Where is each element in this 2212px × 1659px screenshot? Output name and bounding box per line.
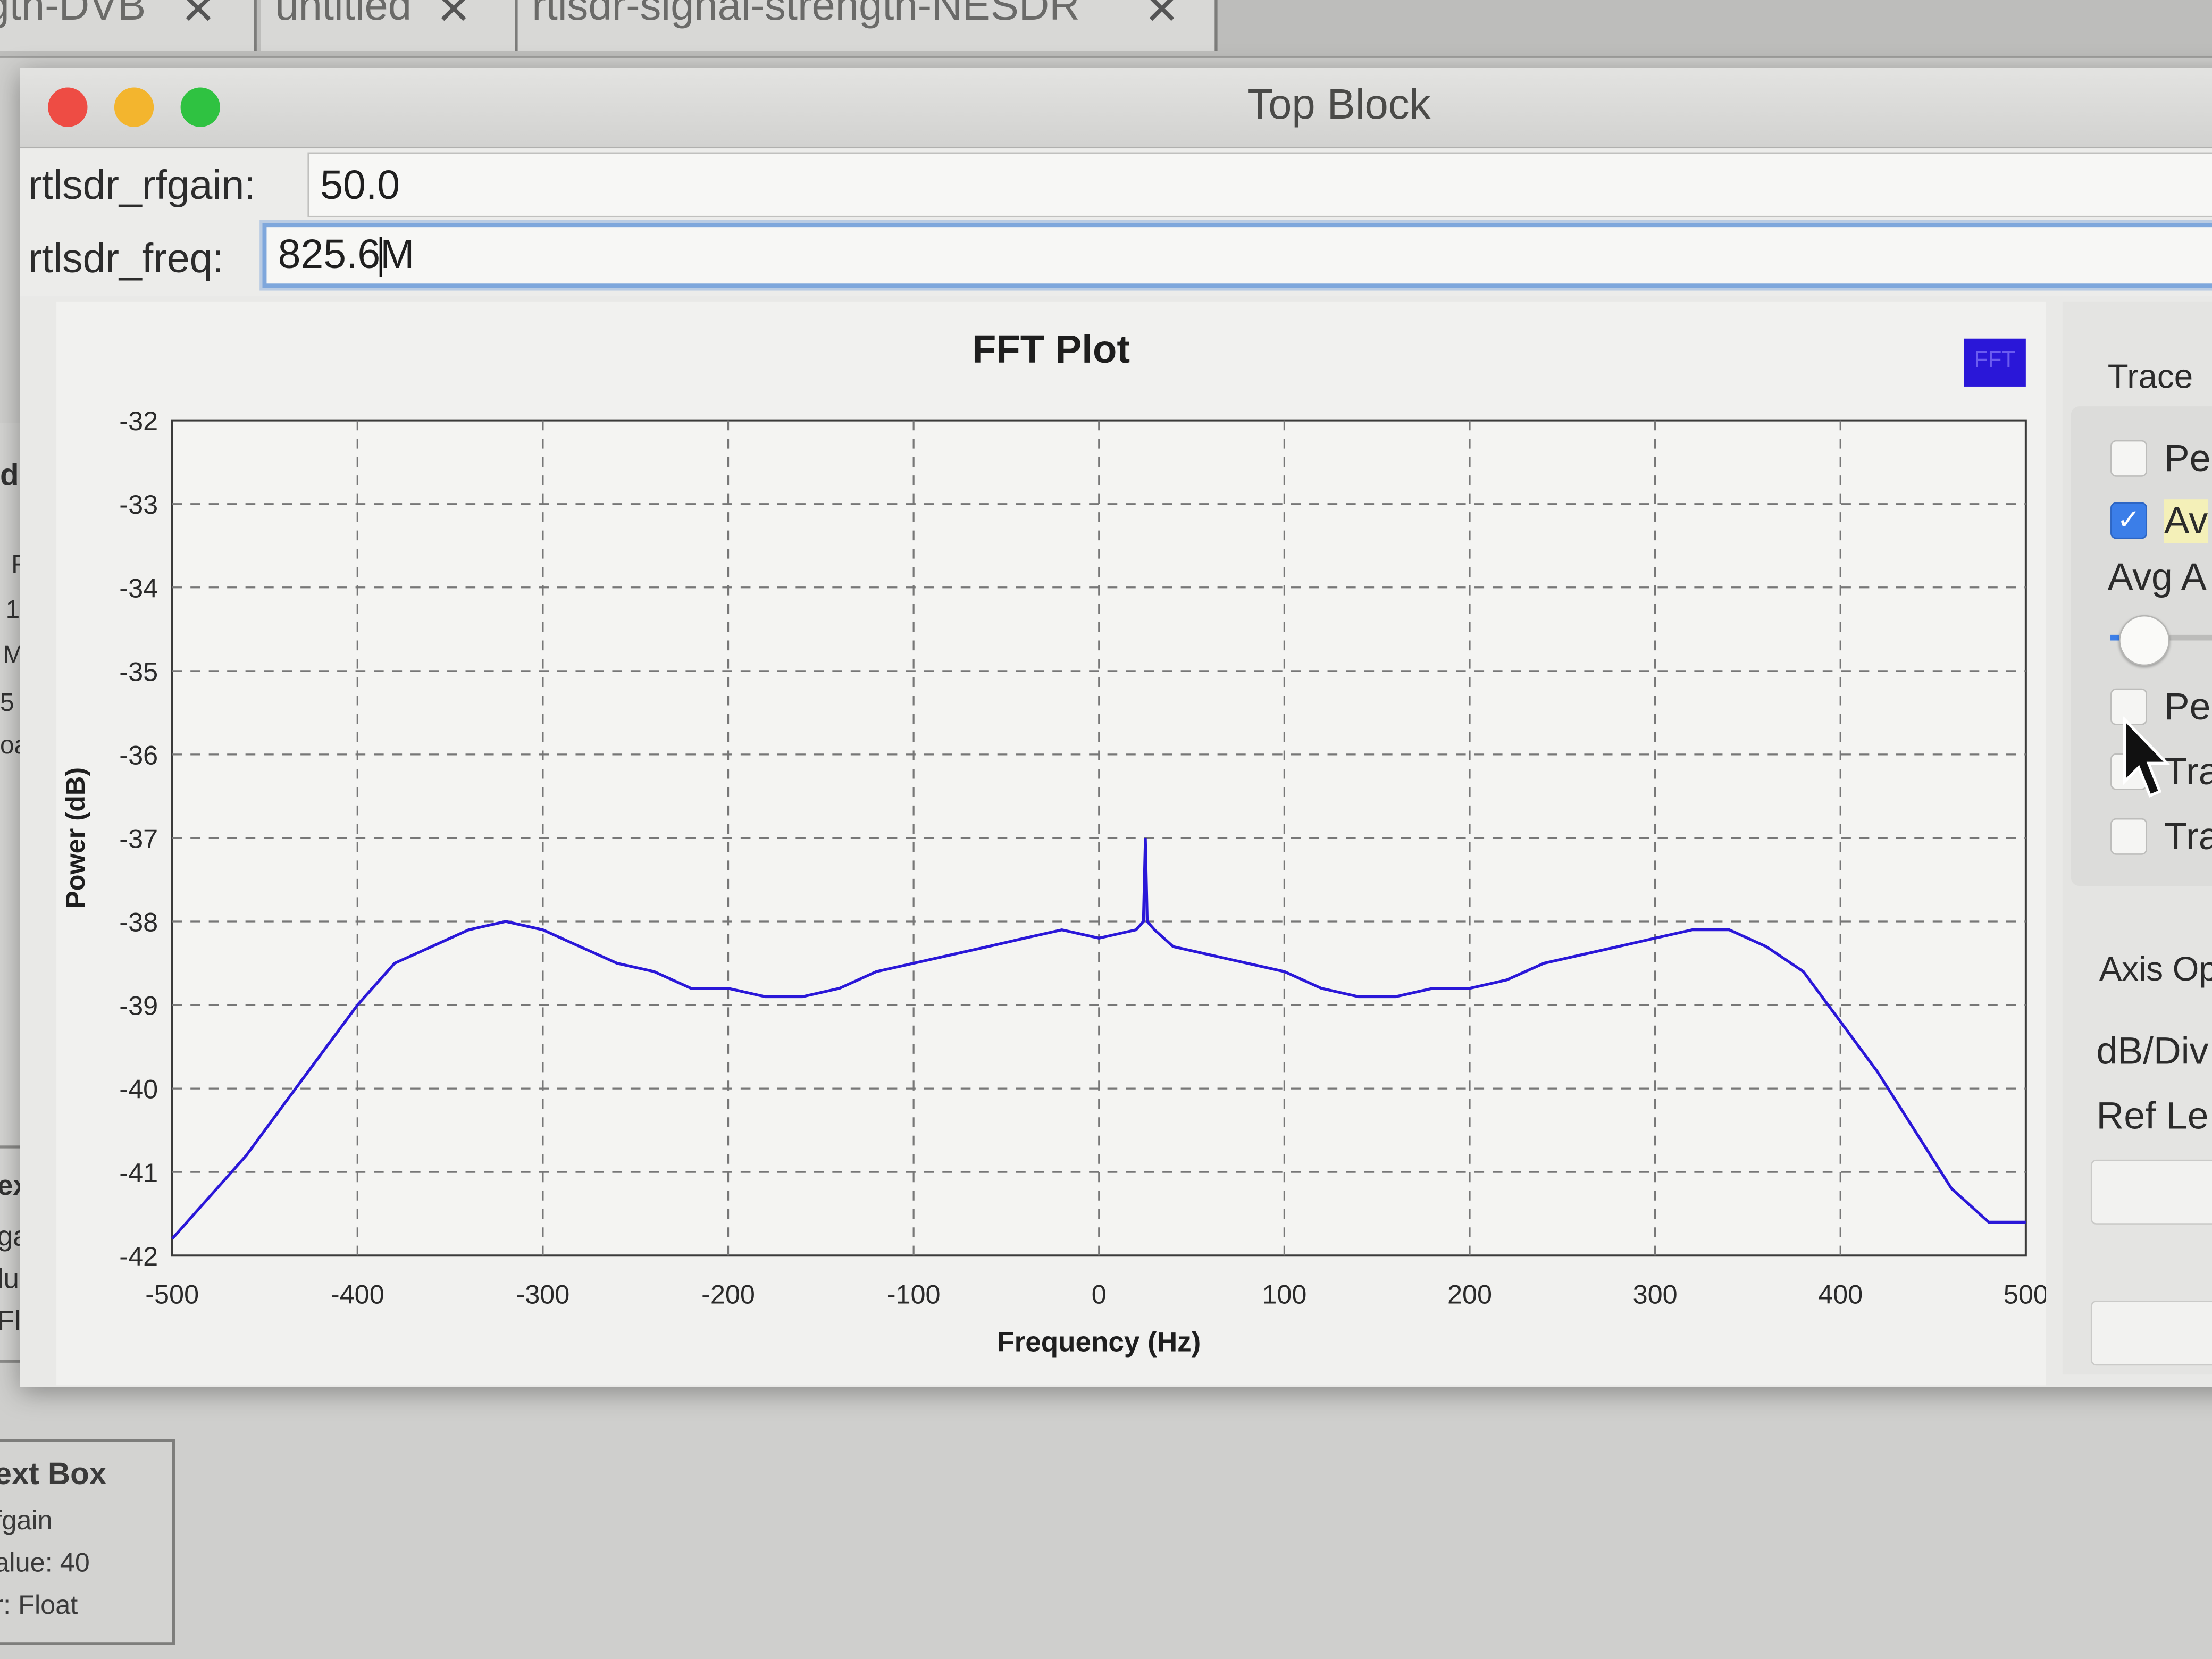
x-tick-label: 300 xyxy=(1633,1279,1678,1309)
x-tick-label: -500 xyxy=(145,1279,199,1309)
y-tick-label: -38 xyxy=(119,907,158,937)
ref-level-input[interactable] xyxy=(2090,1159,2212,1225)
legend-fft[interactable]: FFT xyxy=(1964,338,2026,387)
close-icon[interactable]: ✕ xyxy=(181,0,216,35)
y-tick-label: -35 xyxy=(119,656,158,686)
y-tick-label: -40 xyxy=(119,1074,158,1104)
y-tick-label: -41 xyxy=(119,1158,158,1188)
peak-hold-checkbox[interactable] xyxy=(2110,440,2148,477)
x-tick-label: 0 xyxy=(1092,1279,1107,1309)
block-param: alue: 40 xyxy=(0,1549,90,1579)
x-tick-label: -200 xyxy=(701,1279,755,1309)
close-icon[interactable]: ✕ xyxy=(436,0,472,35)
freq-label: rtlsdr_freq: xyxy=(28,237,224,282)
tab-label: untitled xyxy=(275,0,412,30)
x-axis-label: Frequency (Hz) xyxy=(997,1327,1201,1358)
y-tick-label: -37 xyxy=(119,824,158,854)
option-label: Av xyxy=(2164,499,2208,543)
background-text: 5 xyxy=(0,688,14,717)
freq-value: 825.6 xyxy=(278,232,381,278)
tab-untitled[interactable]: untitled ✕ xyxy=(261,0,518,51)
zoom-window-button[interactable] xyxy=(180,87,220,127)
rfgain-input[interactable]: 50.0 xyxy=(307,152,2212,217)
mouse-pointer-icon xyxy=(2123,716,2170,798)
option-label: Pe xyxy=(2164,685,2211,728)
x-tick-label: -100 xyxy=(887,1279,941,1309)
close-window-button[interactable] xyxy=(48,87,88,127)
block-param: r: Float xyxy=(0,1591,78,1621)
text-box-block[interactable]: ext Box fgain alue: 40 r: Float xyxy=(0,1439,175,1645)
rfgain-label: rtlsdr_rfgain: xyxy=(28,163,256,209)
x-tick-label: 500 xyxy=(2004,1279,2046,1309)
x-tick-label: 400 xyxy=(1818,1279,1863,1309)
fft-plot-panel[interactable]: -500 -400 -300 -200 -100 0 100 200 300 400 500 -32 -… xyxy=(56,301,2046,1386)
trace-b-checkbox[interactable] xyxy=(2110,818,2148,855)
x-tick-label: -300 xyxy=(516,1279,569,1309)
legend-label: FFT xyxy=(1974,348,2016,373)
tab-rtlsdr-signal-strength[interactable]: rtlsdr-signal-strength-NESDR ✕ xyxy=(517,0,1218,51)
tab-label: rtlsdr-signal-strength-NESDR xyxy=(532,0,1080,30)
y-axis-label: Power (dB) xyxy=(60,767,90,909)
x-tick-label: -400 xyxy=(331,1279,384,1309)
background-text: 1 xyxy=(5,595,20,624)
tab-gth-dvb[interactable]: gth-DVB ✕ xyxy=(0,0,257,51)
y-tick-label: -33 xyxy=(119,489,158,520)
y-tick-label: -34 xyxy=(119,573,158,603)
background-text: d xyxy=(0,457,19,492)
average-checkbox[interactable]: ✓ xyxy=(2110,502,2148,539)
chart-title: FFT Plot xyxy=(971,327,1130,371)
x-tick-label: 100 xyxy=(1262,1279,1306,1309)
ref-level-label: Ref Le xyxy=(2096,1094,2209,1137)
option-label: Tra xyxy=(2164,815,2212,858)
minimize-window-button[interactable] xyxy=(114,87,154,127)
axis-option-field[interactable] xyxy=(2090,1301,2212,1366)
close-icon[interactable]: ✕ xyxy=(1144,0,1180,35)
param-row-rfgain: rtlsdr_rfgain: 50.0 xyxy=(20,149,2212,223)
title-bar[interactable]: Top Block xyxy=(20,68,2212,148)
avg-alpha-label: Avg A xyxy=(2107,556,2207,598)
axis-options-heading: Axis Op xyxy=(2099,951,2212,989)
trace-options-panel: Trace Pe ✓ Av Avg A Pe Tra Tra Axis Op d… xyxy=(2062,301,2212,1375)
block-title: ext Box xyxy=(0,1455,107,1492)
y-tick-label: -32 xyxy=(119,406,158,436)
screen: gth-DVB ✕ untitled ✕ rtlsdr-signal-stren… xyxy=(0,0,2212,1659)
y-tick-label: -36 xyxy=(119,740,158,770)
rfgain-value: 50.0 xyxy=(320,163,400,209)
fft-chart[interactable]: -500 -400 -300 -200 -100 0 100 200 300 400 500 -32 -… xyxy=(56,302,2046,1386)
y-tick-label: -39 xyxy=(119,991,158,1021)
trace-heading: Trace xyxy=(2107,358,2193,397)
freq-value-suffix: M xyxy=(380,232,415,278)
avg-alpha-slider-fill xyxy=(2110,634,2119,641)
param-row-freq: rtlsdr_freq: 825.6M xyxy=(20,223,2212,297)
window-title: Top Block xyxy=(1247,81,1431,129)
avg-alpha-slider-knob[interactable] xyxy=(2118,615,2170,666)
option-label: Tra xyxy=(2164,750,2212,793)
block-param: fgain xyxy=(0,1506,53,1537)
x-tick-label: 200 xyxy=(1447,1279,1492,1309)
freq-input[interactable]: 825.6M xyxy=(262,223,2212,288)
editor-tab-bar: gth-DVB ✕ untitled ✕ rtlsdr-signal-stren… xyxy=(0,0,2212,58)
tab-label: gth-DVB xyxy=(0,0,146,30)
y-tick-label: -42 xyxy=(119,1241,158,1271)
option-label: Pe xyxy=(2164,437,2211,480)
db-per-div-label: dB/Div xyxy=(2096,1029,2209,1073)
